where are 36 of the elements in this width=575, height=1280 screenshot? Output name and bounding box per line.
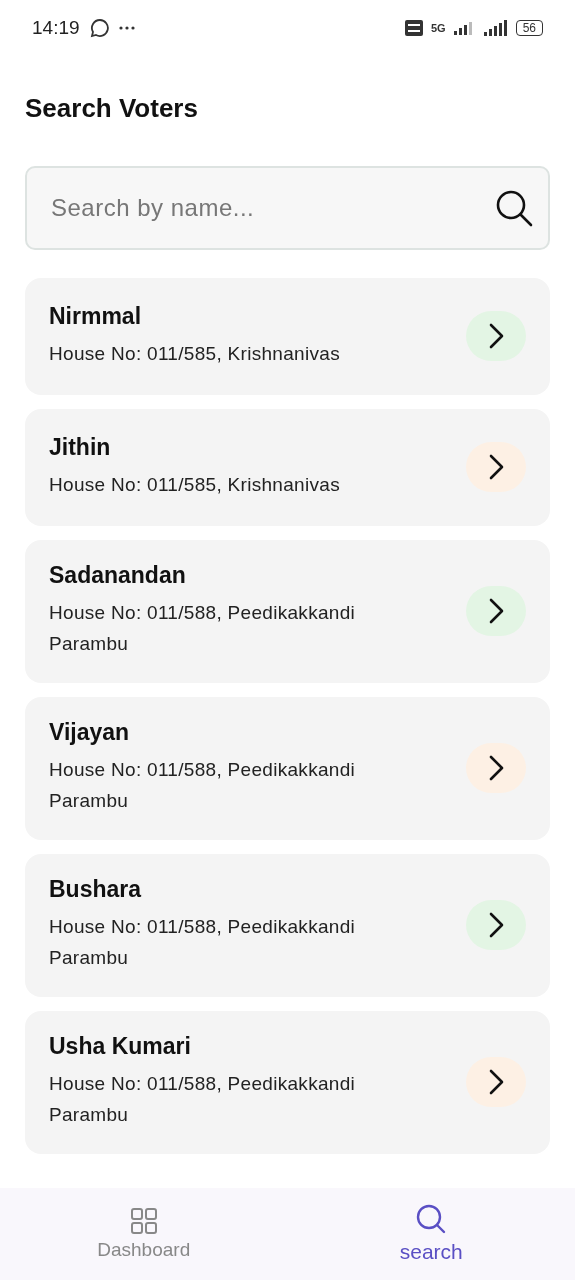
grid-icon bbox=[129, 1207, 158, 1235]
chevron-button[interactable] bbox=[466, 310, 526, 361]
status-time: 14:19 bbox=[32, 17, 80, 39]
more-icon bbox=[117, 25, 136, 31]
voter-name: Sadanandan bbox=[49, 562, 187, 589]
voter-card[interactable]: Sadanandan House No: 011/588, Peedikakkandi Parambu bbox=[25, 540, 550, 683]
network-label: 5G bbox=[430, 22, 446, 34]
signal-icon bbox=[483, 20, 508, 36]
voter-card[interactable]: Bushara House No: 011/588, Peedikakkandi Parambu bbox=[25, 854, 550, 997]
battery-indicator: 56 bbox=[515, 20, 543, 36]
chevron-button[interactable] bbox=[466, 899, 526, 950]
voter-name: Usha Kumari bbox=[49, 1033, 192, 1060]
page-title: Search Voters bbox=[25, 92, 199, 125]
chat-icon bbox=[89, 18, 110, 38]
chevron-button[interactable] bbox=[466, 742, 526, 793]
voter-name: Jithin bbox=[49, 433, 112, 461]
voter-name: Bushara bbox=[49, 876, 143, 903]
search-field[interactable]: Search by name... bbox=[25, 166, 550, 250]
voter-address: House No: 011/588, Peedikakkandi Parambu bbox=[49, 601, 357, 656]
voter-card[interactable]: Nirmmal House No: 011/585, Krishnanivas bbox=[25, 278, 550, 395]
search-icon bbox=[494, 188, 534, 228]
voter-address: House No: 011/585, Krishnanivas bbox=[49, 472, 341, 497]
voter-name: Vijayan bbox=[49, 719, 131, 746]
voter-card[interactable]: Usha Kumari House No: 011/588, Peedikakkandi Parambu bbox=[25, 1011, 550, 1154]
voter-address: House No: 011/588, Peedikakkandi Parambu bbox=[49, 915, 357, 970]
voter-address: House No: 011/588, Peedikakkandi Parambu bbox=[49, 758, 357, 813]
voter-name: Nirmmal bbox=[49, 302, 143, 330]
voter-address: House No: 011/588, Peedikakkandi Parambu bbox=[49, 1072, 357, 1127]
chevron-button[interactable] bbox=[466, 1056, 526, 1107]
chevron-button[interactable] bbox=[466, 441, 526, 492]
voter-card[interactable]: Vijayan House No: 011/588, Peedikakkandi Parambu bbox=[25, 697, 550, 840]
nav-tab[interactable]: search bbox=[287, 1188, 575, 1280]
chevron-button[interactable] bbox=[466, 585, 526, 636]
search-icon bbox=[415, 1204, 448, 1236]
voter-address: House No: 011/585, Krishnanivas bbox=[49, 341, 341, 366]
voter-card[interactable]: Jithin House No: 011/585, Krishnanivas bbox=[25, 409, 550, 526]
